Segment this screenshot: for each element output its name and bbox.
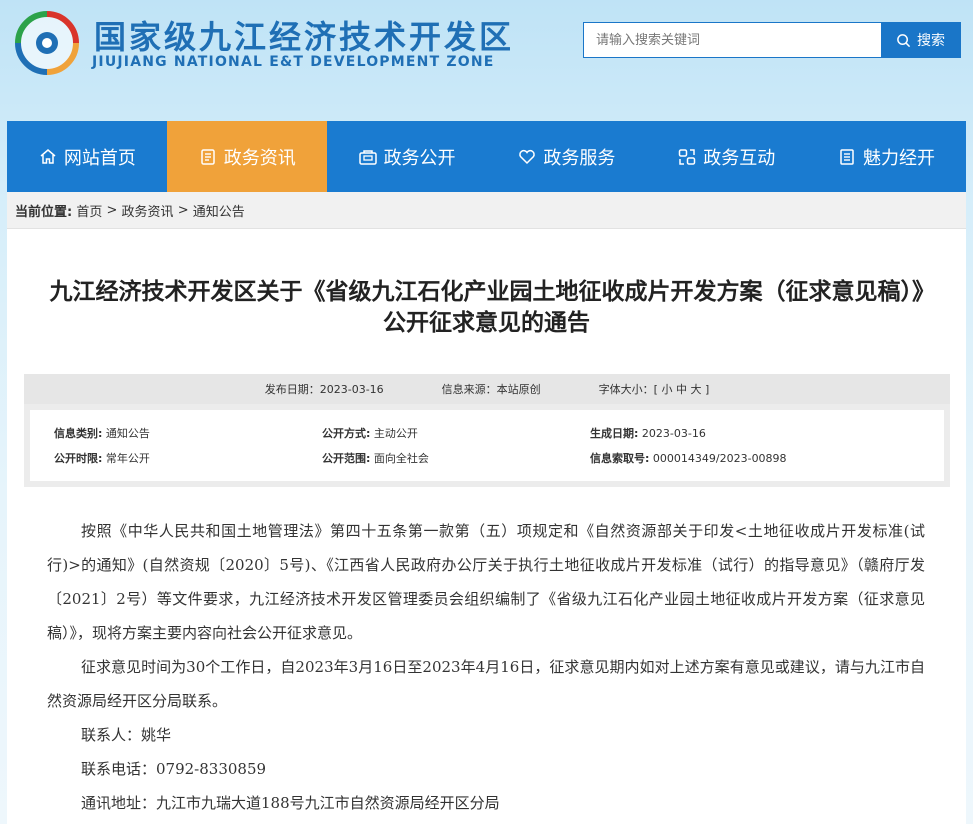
nav-label: 政务公开 bbox=[383, 147, 456, 169]
contact-address: 通讯地址：九江市九瑞大道188号九江市自然资源局经开区分局 bbox=[81, 794, 500, 812]
home-icon bbox=[40, 148, 56, 164]
breadcrumb-label: 当前位置: bbox=[15, 204, 73, 220]
site-subtitle: JIUJIANG NATIONAL E&T DEVELOPMENT ZONE bbox=[92, 54, 495, 70]
info-source: 信息来源：本站原创 bbox=[441, 383, 541, 396]
breadcrumb-separator: > bbox=[177, 202, 189, 218]
font-size-options[interactable]: [ 小 中 大 ] bbox=[654, 383, 710, 396]
search-icon bbox=[897, 33, 911, 47]
nav-label: 政务服务 bbox=[543, 147, 616, 169]
paragraph: 征求意见时间为30个工作日，自2023年3月16日至2023年4月16日，征求意… bbox=[47, 658, 925, 710]
nav-label: 魅力经开 bbox=[863, 147, 936, 169]
publish-date: 发布日期：2023-03-16 bbox=[264, 383, 384, 396]
nav-item-news[interactable]: 政务资讯 bbox=[166, 121, 327, 192]
nav-item-charm[interactable]: 魅力经开 bbox=[806, 121, 966, 192]
contact-person: 联系人：姚华 bbox=[81, 726, 172, 744]
site-header: 国家级九江经济技术开发区 JIUJIANG NATIONAL E&T DEVEL… bbox=[0, 0, 973, 120]
nav-item-services[interactable]: 政务服务 bbox=[486, 121, 646, 192]
search-button-label: 搜索 bbox=[917, 33, 945, 49]
document-icon bbox=[200, 148, 215, 165]
nav-item-open-government[interactable]: 政务公开 bbox=[327, 121, 487, 192]
search-input[interactable] bbox=[584, 23, 881, 57]
paragraph: 按照《中华人民共和国土地管理法》第四十五条第一款第（五）项规定和《自然资源部关于… bbox=[47, 522, 925, 642]
breadcrumb-news[interactable]: 政务资讯 bbox=[122, 201, 174, 220]
info-table: 信息类别: 通知公告 公开方式: 主动公开 生成日期: 2023-03-16 公… bbox=[24, 404, 950, 487]
info-open-method: 公开方式: 主动公开 bbox=[322, 426, 418, 440]
search-box: 搜索 bbox=[583, 22, 961, 58]
article-meta-bar: 发布日期：2023-03-16 信息来源：本站原创 字体大小：[ 小 中 大 ] bbox=[24, 374, 950, 404]
interact-icon bbox=[678, 148, 696, 165]
breadcrumb: 当前位置: 首页 > 政务资讯 > 通知公告 bbox=[7, 192, 966, 229]
breadcrumb-home[interactable]: 首页 bbox=[76, 201, 102, 220]
list-icon bbox=[840, 148, 854, 165]
font-size-control[interactable]: 字体大小：[ 小 中 大 ] bbox=[599, 381, 710, 397]
nav-label: 政务资讯 bbox=[223, 147, 296, 169]
info-index-number: 信息索取号: 000014349/2023-00898 bbox=[590, 452, 787, 466]
search-button[interactable]: 搜索 bbox=[881, 23, 960, 57]
info-open-period: 公开时限: 常年公开 bbox=[54, 452, 150, 466]
breadcrumb-notices[interactable]: 通知公告 bbox=[193, 201, 245, 220]
heart-icon bbox=[519, 149, 536, 164]
nav-label: 网站首页 bbox=[63, 147, 136, 169]
site-title: 国家级九江经济技术开发区 bbox=[94, 18, 515, 56]
info-created-date: 生成日期: 2023-03-16 bbox=[590, 426, 706, 440]
nav-label: 政务互动 bbox=[703, 147, 776, 169]
info-category: 信息类别: 通知公告 bbox=[54, 426, 150, 440]
main-nav: 网站首页 政务资讯 政务公开 政务服务 政务互动 魅力经开 bbox=[7, 121, 966, 192]
jiujiang-logo-icon[interactable] bbox=[14, 10, 80, 76]
info-open-scope: 公开范围: 面向全社会 bbox=[322, 452, 429, 466]
article-body: 按照《中华人民共和国土地管理法》第四十五条第一款第（五）项规定和《自然资源部关于… bbox=[47, 514, 925, 820]
contact-phone: 联系电话：0792-8330859 bbox=[81, 760, 267, 778]
main-content: 当前位置: 首页 > 政务资讯 > 通知公告 九江经济技术开发区关于《省级九江石… bbox=[7, 192, 966, 824]
article-title: 九江经济技术开发区关于《省级九江石化产业园土地征收成片开发方案（征求意见稿）》公… bbox=[49, 279, 924, 336]
folder-icon bbox=[358, 149, 377, 165]
nav-item-home[interactable]: 网站首页 bbox=[7, 121, 167, 192]
breadcrumb-separator: > bbox=[106, 202, 118, 218]
nav-item-interaction[interactable]: 政务互动 bbox=[646, 121, 806, 192]
